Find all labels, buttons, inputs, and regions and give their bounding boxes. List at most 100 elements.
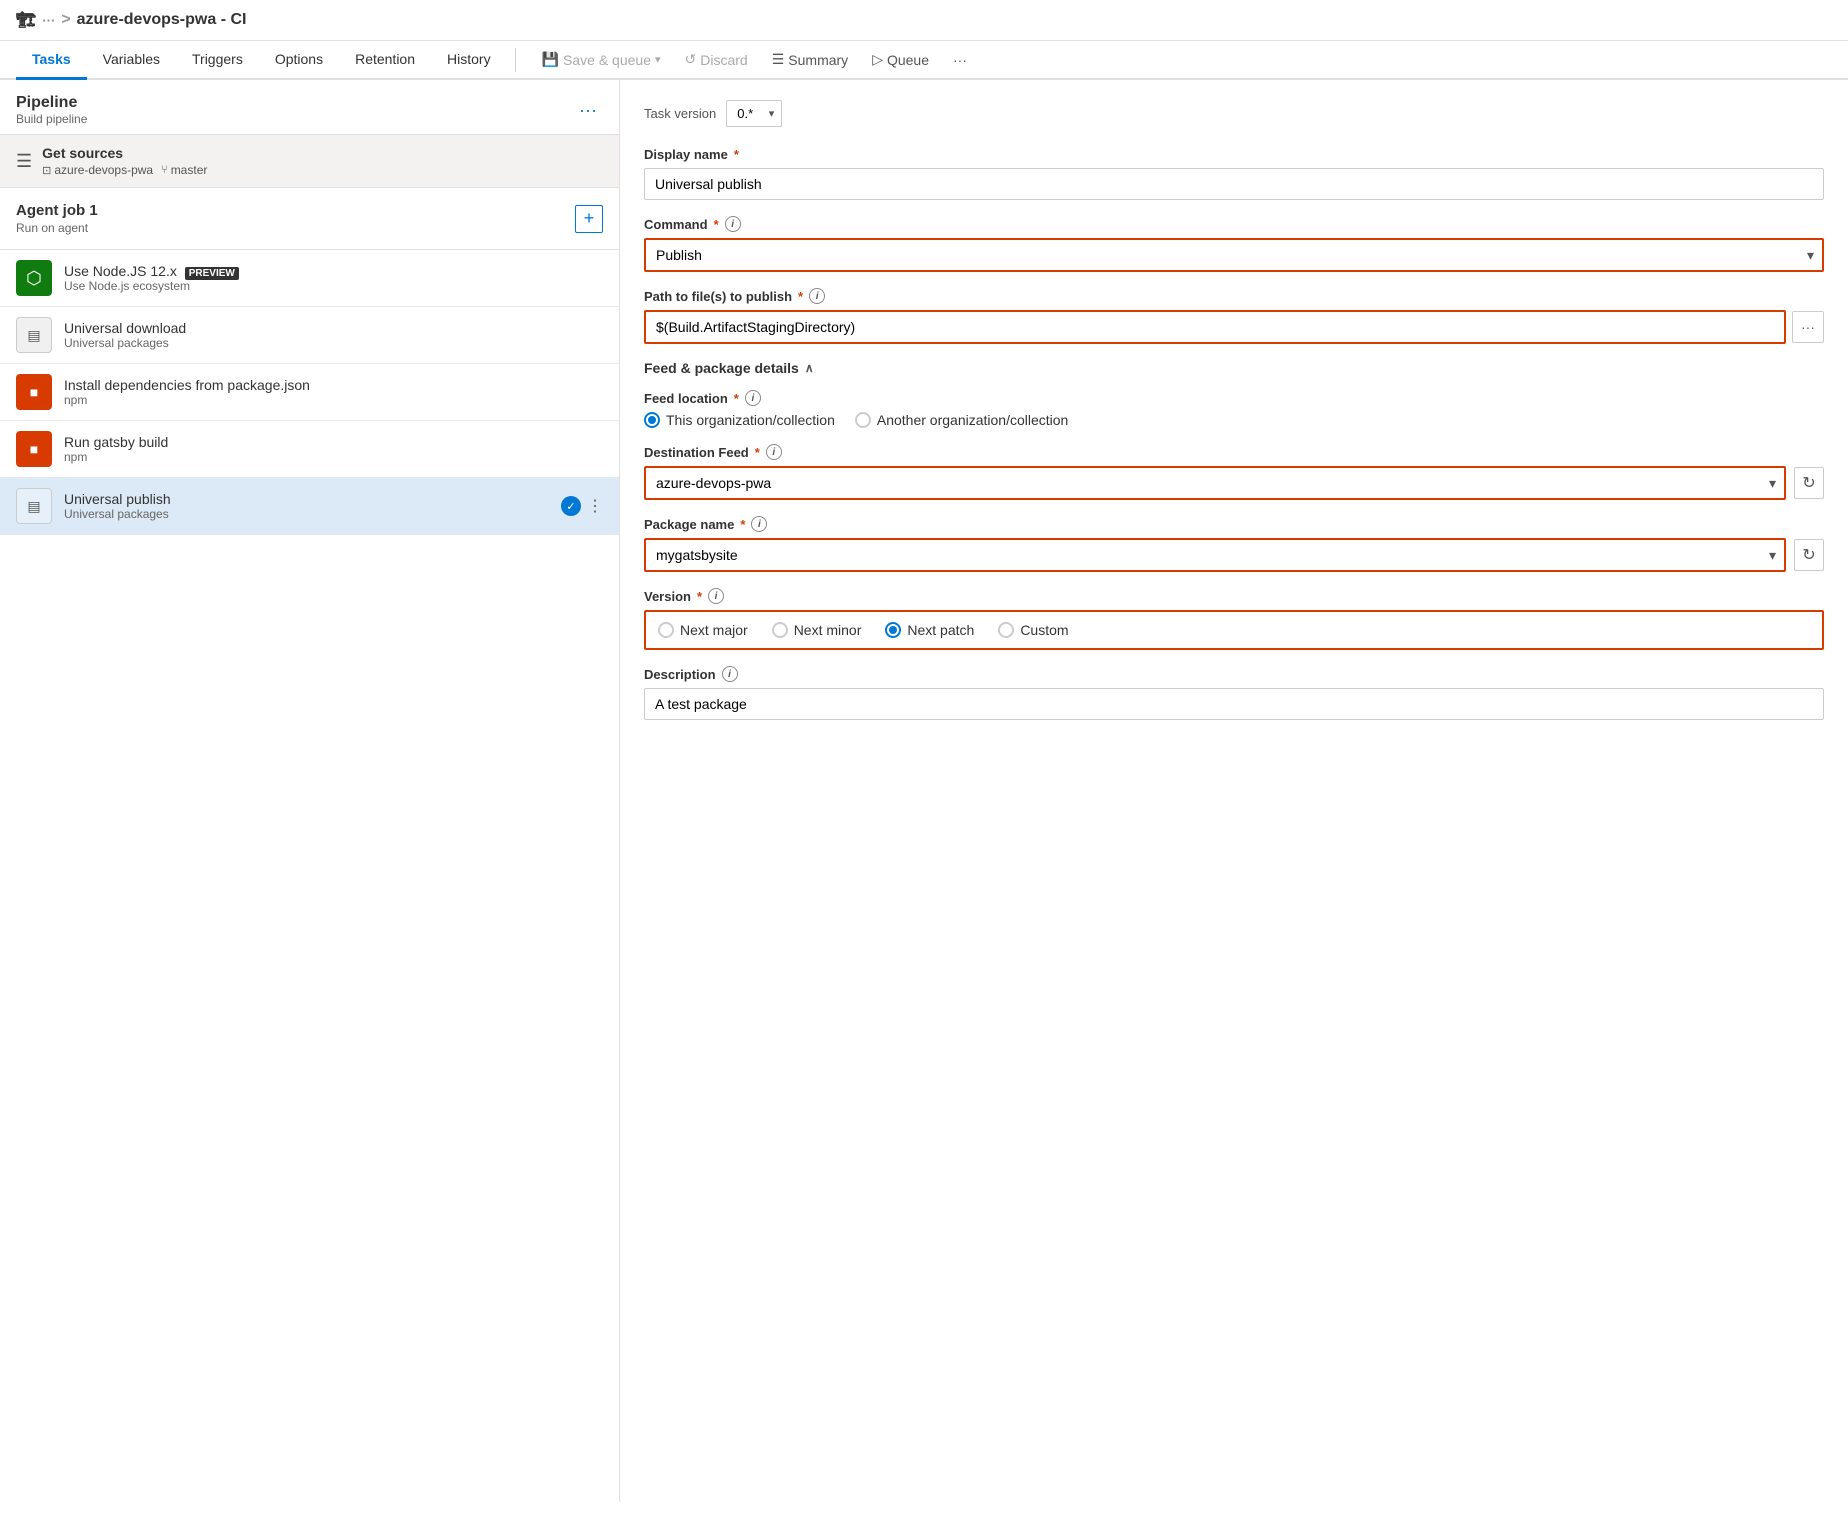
add-task-button[interactable]: + [575,205,603,233]
task-version-select-wrapper: 0.* ▾ [726,100,782,127]
task-universal-publish-content: Universal publish Universal packages [64,491,549,521]
pipeline-dots-button[interactable]: ··· [573,98,603,123]
home-icon: 🏗 [16,10,36,30]
task-version-select[interactable]: 0.* [726,100,782,127]
task-check-icon: ✓ [561,496,581,516]
get-sources-section[interactable]: ☰ Get sources ⊡ azure-devops-pwa ⑂ maste… [0,134,619,188]
package-name-select[interactable]: mygatsbysite other-package [644,538,1786,572]
discard-icon: ↺ [685,51,697,68]
task-item-universal-publish[interactable]: ▤ Universal publish Universal packages ✓… [0,478,619,535]
task-version-label: Task version [644,106,716,121]
command-required: * [714,217,719,232]
package-name-refresh-button[interactable]: ↻ [1794,539,1824,571]
universal-publish-icon: ▤ [16,488,52,524]
task-universal-publish-sub: Universal packages [64,507,549,521]
feed-location-group: Feed location * i This organization/coll… [644,390,1824,428]
get-sources-branch: ⑂ master [161,163,207,177]
task-more-button[interactable]: ⋮ [587,496,603,516]
path-input[interactable] [644,310,1786,344]
branch-icon: ⑂ [161,164,168,176]
description-group: Description i [644,666,1824,720]
task-item-gatsby-build[interactable]: ■ Run gatsby build npm [0,421,619,478]
task-item-nodejs[interactable]: ⬡ Use Node.JS 12.x PREVIEW Use Node.js e… [0,250,619,307]
universal-download-icon: ▤ [16,317,52,353]
pipeline-title: Pipeline [16,94,87,112]
path-browse-button[interactable]: ··· [1792,311,1824,343]
task-universal-publish-actions: ✓ ⋮ [561,496,603,516]
description-label: Description i [644,666,1824,682]
radio-next-patch[interactable]: Next patch [885,622,974,638]
version-group: Version * i Next major Next minor Next p… [644,588,1824,650]
left-panel: Pipeline Build pipeline ··· ☰ Get source… [0,80,620,1502]
dest-feed-select[interactable]: azure-devops-pwa other-feed [644,466,1786,500]
task-gatsby-build-name: Run gatsby build [64,434,603,450]
version-info-icon[interactable]: i [708,588,724,604]
repo-icon: ⊡ [42,164,51,177]
radio-this-org-circle [644,412,660,428]
version-required: * [697,589,702,604]
task-universal-download-name: Universal download [64,320,603,336]
agent-job-title: Agent job 1 [16,202,98,219]
preview-badge: PREVIEW [185,267,239,280]
pipeline-header: Pipeline Build pipeline ··· [0,80,619,134]
install-deps-icon: ■ [16,374,52,410]
radio-custom[interactable]: Custom [998,622,1068,638]
agent-job-info: Agent job 1 Run on agent [16,202,98,235]
display-name-input[interactable] [644,168,1824,200]
pipeline-info: Pipeline Build pipeline [16,94,87,126]
feed-location-info-icon[interactable]: i [745,390,761,406]
dest-feed-required: * [755,445,760,460]
radio-next-major[interactable]: Next major [658,622,748,638]
radio-another-org-circle [855,412,871,428]
radio-this-org[interactable]: This organization/collection [644,412,835,428]
version-label: Version * i [644,588,1824,604]
save-queue-chevron: ▾ [655,53,661,66]
feed-location-options: This organization/collection Another org… [644,412,1824,428]
task-universal-download-sub: Universal packages [64,336,603,350]
get-sources-title: Get sources [42,145,207,161]
command-select-wrapper: Publish Download ▾ [644,238,1824,272]
tab-history[interactable]: History [431,41,507,80]
dest-feed-refresh-button[interactable]: ↻ [1794,467,1824,499]
radio-another-org[interactable]: Another organization/collection [855,412,1068,428]
command-info-icon[interactable]: i [725,216,741,232]
description-info-icon[interactable]: i [722,666,738,682]
queue-button[interactable]: ▷ Queue [862,45,939,74]
task-nodejs-content: Use Node.JS 12.x PREVIEW Use Node.js eco… [64,263,603,293]
task-universal-publish-name: Universal publish [64,491,549,507]
page-title: azure-devops-pwa - CI [77,11,247,29]
nav-actions: 💾 Save & queue ▾ ↺ Discard ☰ Summary ▷ Q… [532,45,977,74]
command-group: Command * i Publish Download ▾ [644,216,1824,272]
summary-button[interactable]: ☰ Summary [762,45,858,74]
task-item-universal-download[interactable]: ▤ Universal download Universal packages [0,307,619,364]
pipeline-subtitle: Build pipeline [16,112,87,126]
tab-triggers[interactable]: Triggers [176,41,259,80]
nav-tabs: Tasks Variables Triggers Options Retenti… [0,41,1848,80]
task-version-row: Task version 0.* ▾ [644,100,1824,127]
package-name-info-icon[interactable]: i [751,516,767,532]
tab-variables[interactable]: Variables [87,41,176,80]
tab-retention[interactable]: Retention [339,41,431,80]
get-sources-icon: ☰ [16,151,32,172]
breadcrumb: 🏗 ··· > azure-devops-pwa - CI [16,10,246,30]
main-layout: Pipeline Build pipeline ··· ☰ Get source… [0,80,1848,1502]
description-input[interactable] [644,688,1824,720]
gatsby-build-icon: ■ [16,431,52,467]
breadcrumb-dots[interactable]: ··· [42,13,55,28]
feed-section-header[interactable]: Feed & package details ∧ [644,360,1824,376]
discard-button[interactable]: ↺ Discard [675,45,758,74]
dest-feed-info-icon[interactable]: i [766,444,782,460]
more-button[interactable]: ··· [943,46,977,74]
dest-feed-row: azure-devops-pwa other-feed ▾ ↻ [644,466,1824,500]
tab-tasks[interactable]: Tasks [16,41,87,80]
get-sources-content: Get sources ⊡ azure-devops-pwa ⑂ master [42,145,207,177]
agent-job-section: Agent job 1 Run on agent + [0,188,619,250]
path-info-icon[interactable]: i [809,288,825,304]
radio-next-major-circle [658,622,674,638]
display-name-group: Display name * [644,147,1824,200]
radio-next-minor[interactable]: Next minor [772,622,862,638]
tab-options[interactable]: Options [259,41,339,80]
command-select[interactable]: Publish Download [644,238,1824,272]
task-item-install-deps[interactable]: ■ Install dependencies from package.json… [0,364,619,421]
save-queue-button[interactable]: 💾 Save & queue ▾ [532,45,671,74]
